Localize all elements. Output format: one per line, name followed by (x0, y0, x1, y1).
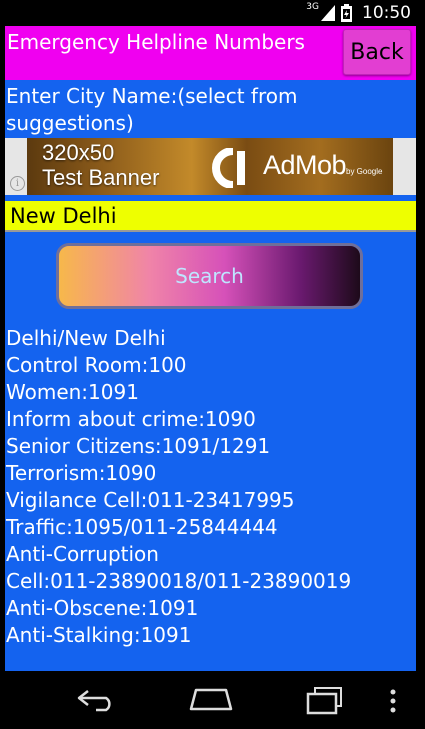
result-line: Delhi/New Delhi (6, 326, 166, 350)
admob-logo-icon (212, 148, 245, 188)
clock: 10:50 (362, 3, 411, 23)
result-line: Control Room:100 (6, 353, 187, 377)
result-line: Women:1091 (6, 380, 139, 404)
ad-size-label: 320x50 (42, 140, 115, 165)
city-prompt-label: Enter City Name:(select from suggestions… (6, 84, 298, 135)
back-button[interactable]: Back (343, 29, 411, 75)
helpline-results: Delhi/New Delhi Control Room:100 Women:1… (6, 325, 414, 649)
status-icons: 3G 10:50 (306, 0, 411, 26)
ad-creative[interactable]: 320x50 Test Banner AdMob by Google (27, 138, 393, 195)
result-line: Vigilance Cell:011-23417995 (6, 488, 295, 512)
system-nav-bar (0, 671, 425, 729)
ad-test-label: Test Banner (42, 165, 160, 190)
admob-sub-label: by Google (346, 167, 383, 176)
signal-icon (321, 5, 335, 21)
nav-recents-icon[interactable] (304, 685, 346, 715)
result-line: Senior Citizens:1091/1291 (6, 434, 271, 458)
city-input[interactable] (5, 201, 416, 231)
ad-banner[interactable]: i 320x50 Test Banner AdMob by Google (5, 138, 416, 195)
network-type-label: 3G (306, 2, 319, 12)
input-underline (5, 230, 416, 232)
search-button[interactable]: Search (56, 243, 363, 309)
result-line: Cell:011-23890018/011-23890019 (6, 569, 352, 593)
page-title: Emergency Helpline Numbers (7, 30, 305, 54)
app-content: Emergency Helpline Numbers Back Enter Ci… (5, 26, 416, 671)
result-line: Anti-Obscene:1091 (6, 596, 199, 620)
screen-edge (416, 26, 425, 671)
result-line: Anti-Stalking:1091 (6, 623, 192, 647)
admob-brand-label: AdMob (263, 150, 347, 180)
battery-icon (341, 4, 352, 22)
result-line: Traffic:1095/011-25844444 (6, 515, 278, 539)
result-line: Terrorism:1090 (6, 461, 157, 485)
overflow-menu-icon[interactable] (388, 688, 398, 714)
ad-info-icon[interactable]: i (10, 176, 25, 191)
status-bar: 3G 10:50 (0, 0, 425, 26)
nav-home-icon[interactable] (188, 686, 234, 712)
result-line: Inform about crime:1090 (6, 407, 256, 431)
result-line: Anti-Corruption (6, 542, 159, 566)
header-bar: Emergency Helpline Numbers Back (5, 26, 416, 80)
nav-back-icon[interactable] (76, 688, 118, 712)
